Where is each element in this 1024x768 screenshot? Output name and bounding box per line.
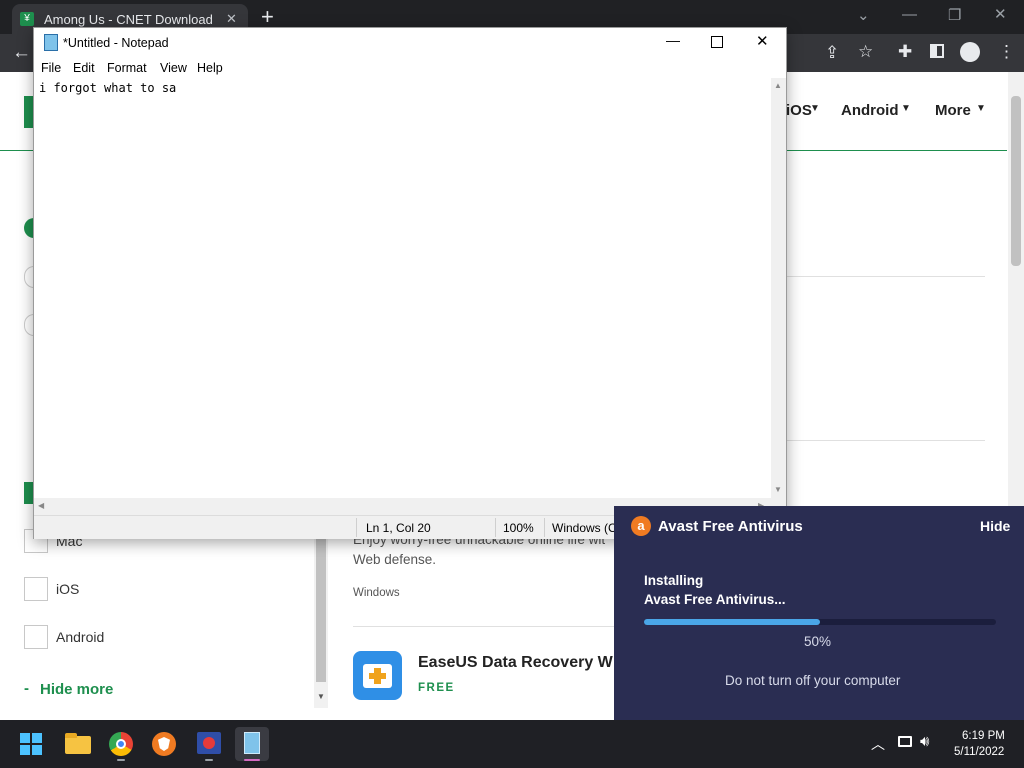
scroll-down-arrow-icon[interactable]: ▼	[317, 692, 325, 701]
product-description-line2: Web defense.	[353, 552, 437, 567]
notepad-app-icon	[44, 34, 58, 51]
clock-date[interactable]: 5/11/2022	[954, 746, 1004, 758]
page-scroll-thumb[interactable]	[1011, 96, 1021, 266]
hide-more-link[interactable]: Hide more	[40, 681, 113, 698]
sidebar-scrollbar[interactable]: ▼	[314, 532, 328, 708]
progress-fill	[644, 619, 820, 625]
filter-label-ios: iOS	[56, 581, 80, 597]
hide-button[interactable]: Hide	[980, 518, 1010, 534]
start-windows-icon[interactable]	[20, 733, 42, 755]
filter-checkbox-android[interactable]	[24, 625, 48, 649]
close-button[interactable]: ✕	[756, 32, 769, 50]
product-platform: Windows	[353, 587, 400, 599]
status-encoding: Windows (C	[552, 521, 617, 535]
sidebar-scroll-thumb[interactable]	[316, 532, 326, 682]
menu-dots-icon[interactable]: ⋮	[998, 42, 1015, 62]
notepad-window: *Untitled - Notepad — ✕ File Edit Format…	[33, 27, 787, 539]
nav-item-android[interactable]: Android	[841, 102, 899, 119]
status-zoom: 100%	[503, 521, 534, 535]
filter-label-android: Android	[56, 629, 105, 645]
status-separator	[544, 518, 545, 537]
list-divider	[353, 626, 614, 627]
status-separator	[495, 518, 496, 537]
tab-close-icon[interactable]: ✕	[226, 11, 237, 27]
installer-app-icon[interactable]	[192, 727, 226, 761]
notepad-text-area[interactable]: i forgot what to sa	[34, 78, 771, 498]
windows-taskbar: ︿ 🔊︎ 6:19 PM 5/11/2022	[0, 720, 1024, 768]
menu-help[interactable]: Help	[197, 61, 223, 75]
notepad-taskbar-icon[interactable]	[235, 727, 269, 761]
network-icon[interactable]	[898, 736, 912, 747]
bookmark-star-icon[interactable]: ☆	[858, 42, 873, 62]
close-button[interactable]: ✕	[994, 5, 1007, 23]
file-explorer-icon[interactable]	[61, 727, 95, 761]
nav-item-ios[interactable]: iOS	[786, 102, 812, 119]
notepad-text: i forgot what to sa	[39, 81, 177, 95]
scroll-down-arrow-icon[interactable]: ▼	[774, 485, 782, 494]
chevron-down-icon: ▼	[976, 103, 986, 114]
list-divider	[785, 440, 985, 441]
chevron-down-icon: ▼	[810, 103, 820, 114]
profile-avatar-icon[interactable]	[960, 42, 980, 62]
list-divider	[785, 276, 985, 277]
easeus-title[interactable]: EaseUS Data Recovery W	[418, 654, 614, 672]
extensions-icon[interactable]: ✚	[898, 42, 912, 62]
do-not-turn-off-note: Do not turn off your computer	[725, 673, 901, 688]
avast-logo-icon: a	[631, 516, 651, 536]
cnet-favicon-icon: ¥	[20, 12, 34, 26]
back-arrow-icon[interactable]: ←	[12, 42, 31, 64]
maximize-button[interactable]	[711, 36, 723, 48]
restore-button[interactable]: ❐	[948, 6, 961, 24]
notepad-title: *Untitled - Notepad	[63, 36, 169, 50]
avast-installer-panel: a Avast Free Antivirus Hide Installing A…	[614, 506, 1024, 720]
notepad-vertical-scrollbar[interactable]: ▲ ▼	[771, 78, 786, 498]
notepad-title-bar[interactable]: *Untitled - Notepad — ✕	[34, 28, 786, 58]
tab-search-icon[interactable]: ⌄	[857, 6, 870, 24]
minimize-button[interactable]: —	[666, 32, 680, 48]
menu-format[interactable]: Format	[107, 61, 147, 75]
progress-track	[644, 619, 996, 625]
scroll-up-arrow-icon[interactable]: ▲	[774, 81, 782, 90]
free-badge: FREE	[418, 682, 455, 694]
tab-title: Among Us - CNET Download	[44, 12, 213, 27]
status-cursor-position: Ln 1, Col 20	[366, 521, 431, 535]
status-separator	[356, 518, 357, 537]
filter-checkbox-ios[interactable]	[24, 577, 48, 601]
minimize-button[interactable]: —	[902, 6, 917, 23]
chrome-icon[interactable]	[104, 727, 138, 761]
scroll-left-arrow-icon[interactable]: ◀	[38, 501, 44, 510]
volume-icon[interactable]: 🔊︎	[920, 733, 929, 750]
easeus-app-icon[interactable]	[353, 651, 402, 700]
install-status-line2: Avast Free Antivirus...	[644, 592, 786, 607]
progress-percent: 50%	[804, 634, 832, 649]
clock-time[interactable]: 6:19 PM	[962, 730, 1005, 742]
install-status-line1: Installing	[644, 573, 704, 588]
nav-item-more[interactable]: More	[935, 102, 971, 119]
avast-secure-browser-icon[interactable]	[147, 727, 181, 761]
chevron-down-icon: ▼	[901, 103, 911, 114]
notepad-menu-bar: File Edit Format View Help	[34, 58, 786, 78]
menu-file[interactable]: File	[41, 61, 61, 75]
menu-view[interactable]: View	[160, 61, 187, 75]
menu-edit[interactable]: Edit	[73, 61, 95, 75]
tray-chevron-up-icon[interactable]: ︿	[871, 734, 885, 754]
collapse-dash-icon: -	[24, 680, 29, 697]
avast-title: Avast Free Antivirus	[658, 518, 803, 535]
share-icon[interactable]: ⇪	[825, 43, 839, 63]
side-panel-icon[interactable]	[930, 44, 944, 58]
